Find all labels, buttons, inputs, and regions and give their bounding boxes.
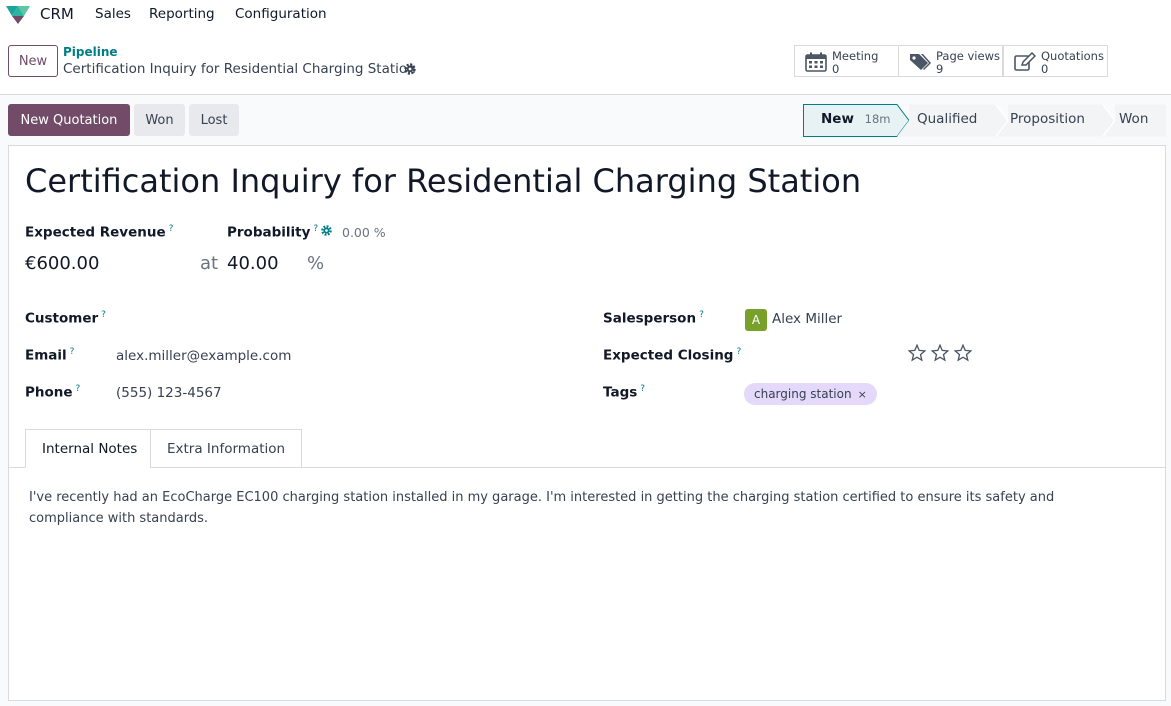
crm-logo-icon[interactable] bbox=[4, 3, 32, 25]
probability-auto-value: 0.00 % bbox=[342, 225, 386, 240]
salesperson-field[interactable]: Alex Miller bbox=[772, 311, 842, 327]
help-tooltip-icon[interactable]: ? bbox=[76, 384, 81, 394]
top-navbar: CRM Sales Reporting Configuration bbox=[0, 0, 1171, 28]
breadcrumb-record-name: Certification Inquiry for Residential Ch… bbox=[63, 61, 416, 77]
tab-internal-notes[interactable]: Internal Notes bbox=[25, 429, 155, 468]
menu-sales[interactable]: Sales bbox=[95, 6, 131, 22]
tag-label: charging station bbox=[754, 387, 852, 401]
stage-new-label: New bbox=[821, 111, 854, 127]
new-quotation-button[interactable]: New Quotation bbox=[8, 104, 130, 136]
email-label-text: Email bbox=[25, 347, 67, 364]
menu-reporting[interactable]: Reporting bbox=[149, 6, 215, 22]
help-tooltip-icon[interactable]: ? bbox=[699, 310, 704, 320]
stage-proposition[interactable]: Proposition bbox=[1010, 104, 1085, 137]
phone-label-text: Phone bbox=[25, 384, 73, 401]
star-icon[interactable] bbox=[954, 344, 972, 362]
page-views-stat-value: 9 bbox=[936, 62, 944, 76]
expected-revenue-value[interactable]: €600.00 bbox=[25, 253, 99, 274]
stage-duration: 18m bbox=[864, 112, 891, 126]
app-name[interactable]: CRM bbox=[40, 5, 74, 23]
phone-label: Phone? bbox=[25, 384, 80, 401]
form-sheet: Certification Inquiry for Residential Ch… bbox=[8, 145, 1166, 701]
star-icon[interactable] bbox=[908, 344, 926, 362]
help-tooltip-icon[interactable]: ? bbox=[101, 310, 106, 320]
mark-won-button[interactable]: Won bbox=[134, 104, 185, 136]
page-views-stat-button[interactable]: Page views 9 bbox=[898, 45, 1003, 77]
tag-chip[interactable]: charging station × bbox=[744, 383, 877, 405]
at-label: at bbox=[200, 253, 219, 274]
star-icon[interactable] bbox=[931, 344, 949, 362]
email-label: Email? bbox=[25, 347, 74, 364]
stage-qualified[interactable]: Qualified bbox=[917, 104, 977, 137]
help-tooltip-icon[interactable]: ? bbox=[313, 224, 318, 234]
expected-closing-label-text: Expected Closing bbox=[603, 347, 734, 364]
salesperson-label-text: Salesperson bbox=[603, 310, 697, 327]
meeting-stat-button[interactable]: Meeting 0 bbox=[794, 45, 899, 77]
expected-revenue-label: Expected Revenue? bbox=[25, 224, 173, 241]
help-tooltip-icon[interactable]: ? bbox=[640, 384, 645, 394]
expected-revenue-label-text: Expected Revenue bbox=[25, 224, 166, 241]
phone-field[interactable]: (555) 123-4567 bbox=[116, 385, 222, 401]
calendar-icon bbox=[805, 52, 827, 72]
salesperson-label: Salesperson? bbox=[603, 310, 704, 327]
customer-field[interactable] bbox=[116, 310, 546, 330]
customer-label-text: Customer bbox=[25, 310, 99, 327]
page-views-stat-label: Page views bbox=[936, 49, 1000, 63]
percent-sign: % bbox=[307, 253, 325, 274]
tags-icon bbox=[910, 54, 931, 70]
opportunity-title[interactable]: Certification Inquiry for Residential Ch… bbox=[25, 162, 861, 200]
probability-value[interactable]: 40.00 bbox=[227, 253, 279, 274]
quotations-stat-value: 0 bbox=[1041, 62, 1049, 76]
breadcrumb-pipeline[interactable]: Pipeline bbox=[63, 45, 118, 59]
email-field[interactable]: alex.miller@example.com bbox=[116, 348, 291, 364]
tags-label-text: Tags bbox=[603, 384, 638, 401]
expected-closing-label: Expected Closing? bbox=[603, 347, 741, 364]
internal-notes-text[interactable]: I've recently had an EcoCharge EC100 cha… bbox=[29, 487, 1109, 529]
new-record-button[interactable]: New bbox=[8, 45, 58, 77]
tab-extra-information[interactable]: Extra Information bbox=[150, 429, 303, 468]
tag-remove-icon[interactable]: × bbox=[858, 388, 867, 401]
meeting-stat-value: 0 bbox=[832, 62, 840, 76]
meeting-stat-label: Meeting bbox=[832, 49, 879, 63]
stage-new[interactable]: New 18m bbox=[821, 104, 890, 137]
edit-icon bbox=[1014, 52, 1036, 71]
tags-label: Tags? bbox=[603, 384, 645, 401]
help-tooltip-icon[interactable]: ? bbox=[70, 347, 75, 357]
gear-icon[interactable] bbox=[403, 62, 417, 76]
probability-label-text: Probability bbox=[227, 224, 311, 241]
menu-configuration[interactable]: Configuration bbox=[235, 6, 327, 22]
quotations-stat-button[interactable]: Quotations 0 bbox=[1003, 45, 1108, 77]
stage-won[interactable]: Won bbox=[1119, 104, 1148, 137]
mark-lost-button[interactable]: Lost bbox=[189, 104, 239, 136]
gear-icon[interactable] bbox=[320, 224, 333, 237]
stage-bar: New 18m Qualified Proposition Won bbox=[803, 104, 1166, 137]
avatar: A bbox=[745, 309, 767, 331]
help-tooltip-icon[interactable]: ? bbox=[169, 224, 174, 234]
quotations-stat-label: Quotations bbox=[1041, 49, 1104, 63]
help-tooltip-icon[interactable]: ? bbox=[736, 347, 741, 357]
control-panel: New Pipeline Certification Inquiry for R… bbox=[0, 28, 1171, 95]
customer-label: Customer? bbox=[25, 310, 106, 327]
probability-label: Probability? bbox=[227, 224, 318, 241]
